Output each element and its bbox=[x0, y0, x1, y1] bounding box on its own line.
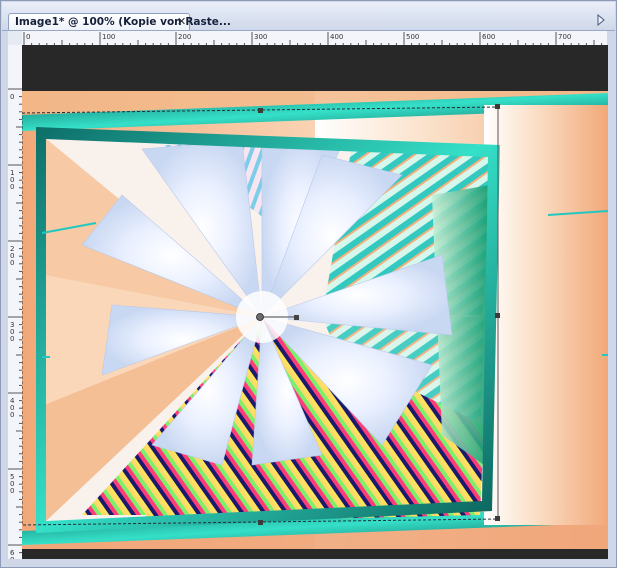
image-canvas[interactable] bbox=[22, 45, 608, 559]
h-ruler-label: 400 bbox=[330, 33, 343, 41]
fractal-artwork bbox=[22, 91, 608, 549]
h-ruler-label: 300 bbox=[254, 33, 267, 41]
h-ruler-label: 700 bbox=[558, 33, 571, 41]
v-ruler-label: 0 bbox=[10, 259, 14, 267]
ruler-corner bbox=[8, 31, 23, 46]
v-ruler-label: 0 bbox=[10, 183, 14, 191]
h-ruler-label: 0 bbox=[26, 33, 30, 41]
h-ruler-label: 200 bbox=[178, 33, 191, 41]
tab-scroll-right-icon[interactable] bbox=[596, 14, 606, 26]
v-ruler-label: 0 bbox=[10, 93, 14, 101]
document-tab-bar: Image1* @ 100% (Kopie von Raste... ✕ bbox=[2, 2, 615, 31]
vertical-ruler: 0100200300400500600 bbox=[8, 45, 23, 559]
v-ruler-label: 0 bbox=[10, 487, 14, 495]
h-ruler-label: 100 bbox=[102, 33, 115, 41]
image-window: Image1* @ 100% (Kopie von Raste... ✕ 0 10… bbox=[0, 0, 617, 568]
close-icon[interactable]: ✕ bbox=[177, 15, 186, 28]
document-tab[interactable]: Image1* @ 100% (Kopie von Raste... ✕ bbox=[8, 13, 231, 30]
v-ruler-label: 0 bbox=[10, 411, 14, 419]
document-tab-title: Image1* @ 100% (Kopie von Raste... bbox=[15, 16, 231, 28]
v-ruler-label: 0 bbox=[10, 556, 14, 559]
h-ruler-label: 500 bbox=[406, 33, 419, 41]
h-ruler-label: 600 bbox=[482, 33, 495, 41]
v-ruler-label: 0 bbox=[10, 335, 14, 343]
horizontal-ruler: 0 100 200 300 400 500 600 700 bbox=[22, 31, 607, 46]
